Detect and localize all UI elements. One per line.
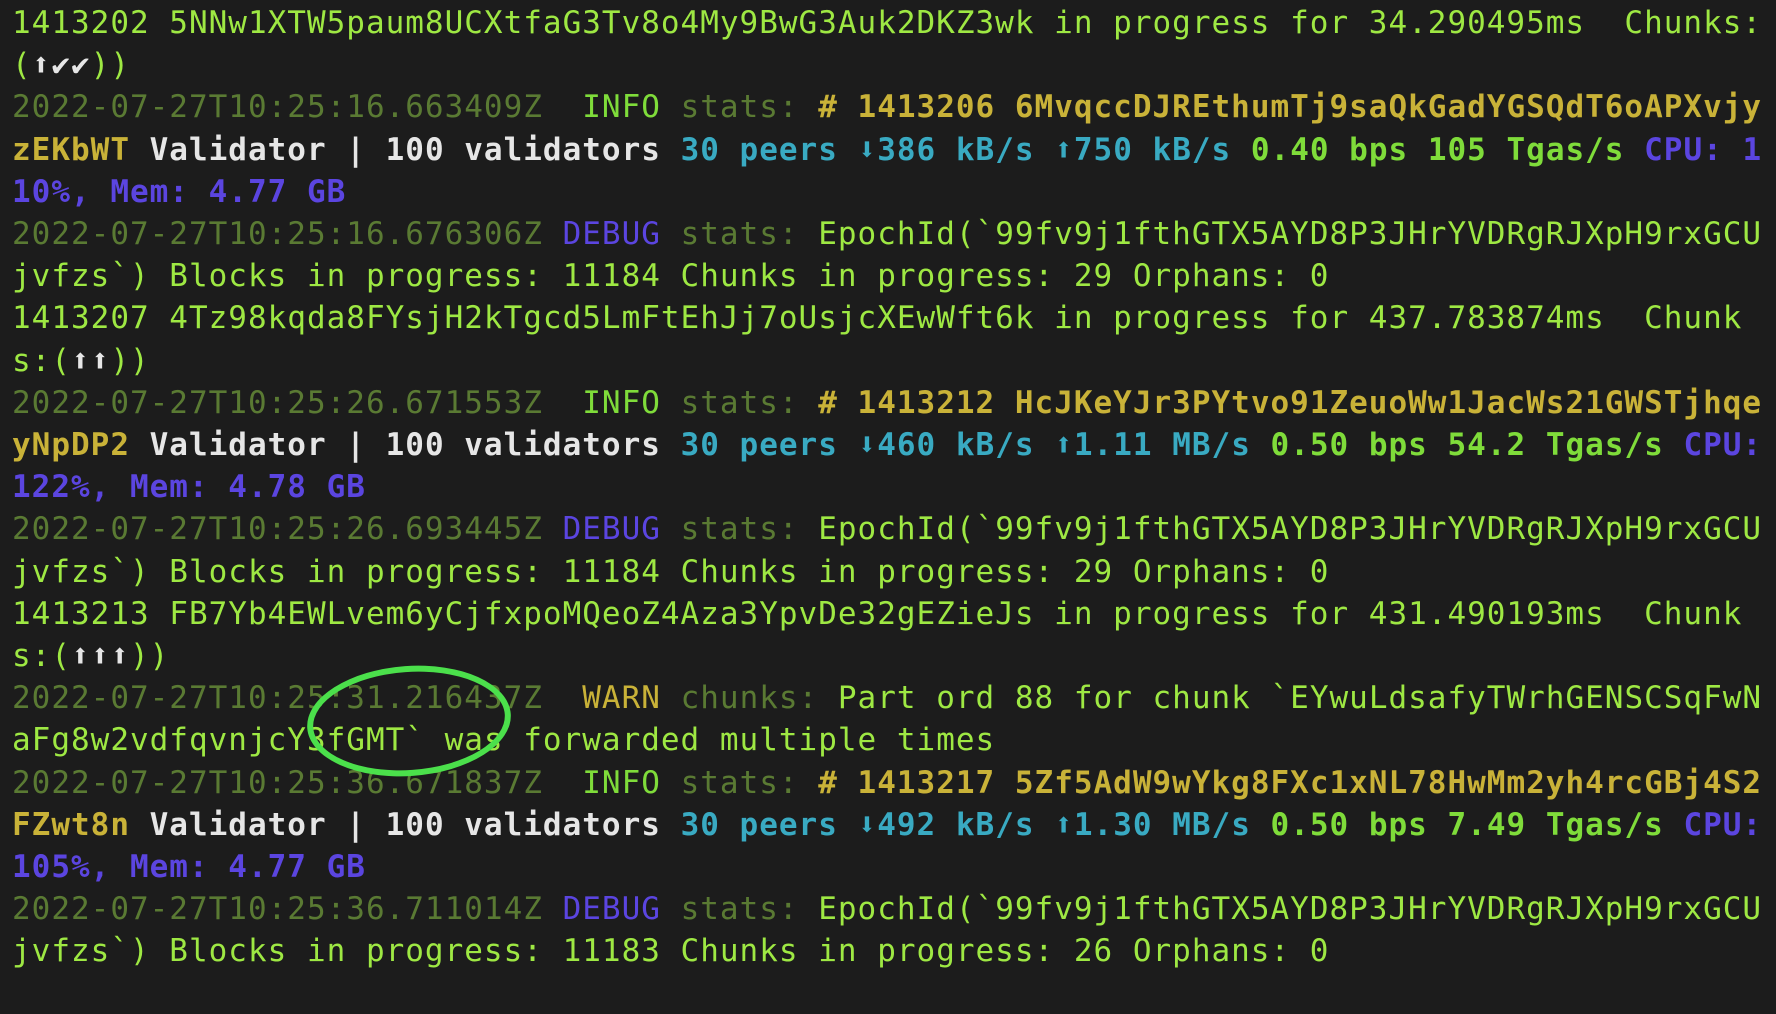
download-arrow-icon: ⬇ [857,131,878,168]
log-line-2: 2022-07-27T10:25:16.676306Z DEBUG stats:… [12,216,1762,294]
level-warn: WARN [542,680,681,717]
log-target: chunks: [680,680,819,717]
level-debug: DEBUG [542,891,681,928]
level-info: INFO [542,764,681,801]
bps-tgas: 0.40 bps 105 Tgas/s [1231,131,1625,168]
log-line-8: 2022-07-27T10:25:36.671837Z INFO stats: … [12,765,1776,885]
log-line-0: 1413202 5NNw1XTW5paum8UCXtfaG3Tv8o4My9Bw… [12,5,1762,83]
upload-arrow-icon: ⬆ [1054,427,1074,464]
log-output: 1413202 5NNw1XTW5paum8UCXtfaG3Tv8o4My9Bw… [12,2,1772,973]
log-target: stats: [680,511,799,548]
download-arrow-icon: ⬇ [857,427,878,464]
chunk-status-icons: ⬆✔✔ [31,47,91,84]
level-debug: DEBUG [542,511,681,548]
progress-text: 1413213 FB7Yb4EWLvem6yCjfxpoMQeoZ4Aza3Yp… [12,595,1743,675]
timestamp: 2022-07-27T10:25:16.676306Z [12,216,543,253]
timestamp: 2022-07-27T10:25:36.671837Z [12,764,543,801]
chunk-status-icons: ⬆⬆⬆ [71,638,130,675]
log-target: stats: [680,384,799,421]
log-line-5: 2022-07-27T10:25:26.693445Z DEBUG stats:… [12,511,1762,589]
validator-role-highlighted: Validator [129,806,327,843]
timestamp: 2022-07-27T10:25:26.671553Z [12,384,543,421]
log-line-3: 1413207 4Tz98kqda8FYsjH2kTgcd5LmFtEhJj7o… [12,300,1742,378]
level-info: INFO [542,89,681,126]
timestamp: 2022-07-27T10:25:26.693445Z [12,511,543,548]
log-line-9: 2022-07-27T10:25:36.711014Z DEBUG stats:… [12,891,1762,969]
progress-tail: )) [90,47,130,84]
log-target: stats: [680,216,799,253]
download-arrow-icon: ⬇ [857,806,878,843]
validators-count: | 100 validators [326,131,661,168]
validator-role: Validator [129,427,327,464]
validators-count: | 100 validators [326,806,661,843]
timestamp: 2022-07-27T10:25:31.216437Z [12,680,543,717]
upload-rate: 1.11 MB/s [1073,427,1251,464]
terminal-window[interactable]: 1413202 5NNw1XTW5paum8UCXtfaG3Tv8o4My9Bw… [0,0,1776,1014]
download-rate: 492 kB/s [877,806,1035,843]
log-target: stats: [680,764,799,801]
peers-count: 30 peers [660,427,838,464]
chunk-status-icons: ⬆⬆ [71,342,111,379]
log-line-7: 2022-07-27T10:25:31.216437Z WARN chunks:… [12,680,1762,758]
upload-arrow-icon: ⬆ [1054,806,1074,843]
upload-rate: 1.30 MB/s [1073,806,1251,843]
progress-text: 1413202 5NNw1XTW5paum8UCXtfaG3Tv8o4My9Bw… [12,5,1763,84]
level-debug: DEBUG [542,216,681,253]
peers-count: 30 peers [660,806,838,843]
timestamp: 2022-07-27T10:25:36.711014Z [12,891,543,928]
timestamp: 2022-07-27T10:25:16.663409Z [12,89,543,126]
upload-arrow-icon: ⬆ [1054,131,1074,168]
log-target: stats: [680,89,799,126]
bps-tgas: 0.50 bps 54.2 Tgas/s [1250,427,1664,464]
download-rate: 460 kB/s [877,427,1035,464]
peers-count: 30 peers [660,131,838,168]
progress-tail: )) [110,342,150,379]
validators-count: | 100 validators [326,427,661,464]
progress-text: 1413207 4Tz98kqda8FYsjH2kTgcd5LmFtEhJj7o… [12,300,1743,379]
log-target: stats: [680,891,799,928]
log-line-6: 1413213 FB7Yb4EWLvem6yCjfxpoMQeoZ4Aza3Yp… [12,596,1742,674]
level-info: INFO [542,384,681,421]
log-line-1: 2022-07-27T10:25:16.663409Z INFO stats: … [12,89,1762,209]
bps-tgas: 0.50 bps 7.49 Tgas/s [1250,806,1664,843]
progress-tail: )) [130,638,170,675]
download-rate: 386 kB/s [877,131,1035,168]
validator-role: Validator [129,131,327,168]
upload-rate: 750 kB/s [1073,131,1232,168]
log-line-4: 2022-07-27T10:25:26.671553Z INFO stats: … [12,385,1776,505]
